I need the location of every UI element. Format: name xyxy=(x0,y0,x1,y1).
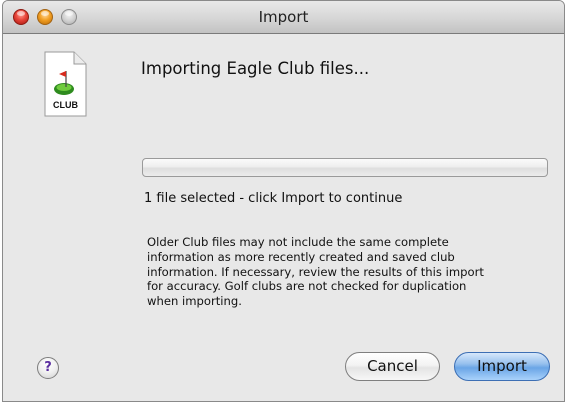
import-button[interactable]: Import xyxy=(454,352,550,381)
club-file-icon: CLUB xyxy=(44,51,87,117)
window-title: Import xyxy=(258,8,309,26)
import-progress-bar xyxy=(142,158,548,177)
note-line: information as more recently created and… xyxy=(147,249,455,264)
close-window-button[interactable] xyxy=(13,9,29,25)
note-line: when importing. xyxy=(147,294,242,309)
note-line: information. If necessary, review the re… xyxy=(147,264,484,279)
cancel-button[interactable]: Cancel xyxy=(345,352,440,381)
status-text: 1 file selected - click Import to contin… xyxy=(144,191,403,206)
club-icon-label: CLUB xyxy=(53,100,78,110)
import-dialog-window: Import CLUB Importing Eagle Club files..… xyxy=(2,0,565,402)
dialog-heading: Importing Eagle Club files... xyxy=(141,59,370,78)
info-note: Older Club files may not include the sam… xyxy=(147,235,547,309)
note-line: for accuracy. Golf clubs are not checked… xyxy=(147,279,467,294)
minimize-window-button[interactable] xyxy=(37,9,53,25)
note-line: Older Club files may not include the sam… xyxy=(147,235,449,249)
help-button[interactable]: ? xyxy=(37,357,59,379)
zoom-window-button xyxy=(61,9,77,25)
title-bar[interactable]: Import xyxy=(3,1,564,34)
